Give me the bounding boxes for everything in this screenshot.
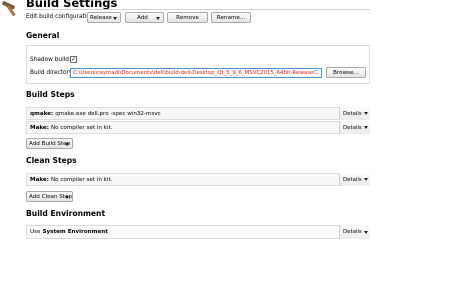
rename-config-button[interactable]: Rename... — [211, 12, 251, 23]
chevron-down-icon — [363, 112, 368, 115]
chevron-down-icon — [156, 17, 160, 20]
add-clean-step-button[interactable]: Add Clean Step — [26, 191, 73, 202]
config-label: Edit build configuration: — [26, 14, 96, 20]
title-divider — [26, 9, 370, 10]
details-button[interactable]: Details — [339, 107, 370, 120]
chevron-down-icon — [363, 126, 368, 129]
build-directory-field[interactable]: C:\Users\raymadi\Documents\dell\build-de… — [70, 68, 322, 78]
details-label: Details — [343, 110, 362, 117]
environment-row: Use System Environment — [26, 225, 370, 239]
chevron-down-icon — [113, 17, 117, 20]
details-button[interactable]: Details — [339, 173, 370, 186]
environment-details-button[interactable]: Details — [339, 225, 370, 239]
clean-step-row: Make: No compiler set in kit. — [26, 173, 370, 186]
build-directory-label: Build directory: — [30, 70, 74, 76]
build-environment-heading: Build Environment — [26, 209, 106, 218]
details-button[interactable]: Details — [339, 121, 370, 134]
details-label: Details — [343, 124, 362, 131]
clean-steps-heading: Clean Steps — [26, 156, 77, 165]
add-build-step-button[interactable]: Add Build Step — [26, 138, 73, 149]
remove-config-button[interactable]: Remove — [167, 12, 208, 23]
step-text: No compiler set in kit. — [50, 176, 113, 183]
add-config-button[interactable]: Add — [125, 12, 164, 23]
browse-button[interactable]: Browse... — [326, 67, 366, 78]
chevron-down-icon — [363, 230, 368, 234]
build-steps-heading: Build Steps — [26, 90, 75, 99]
path-chooser-icon[interactable]: ⊂ — [313, 68, 319, 76]
general-heading: General — [26, 31, 60, 40]
general-panel — [26, 45, 370, 84]
chevron-down-icon — [65, 143, 69, 146]
step-name: Make: — [30, 176, 49, 183]
build-config-value: Release — [90, 14, 112, 21]
step-text: qmake.exe dell.pro -spec win32-msvc — [55, 110, 161, 117]
build-directory-value: C:\Users\raymadi\Documents\dell\build-de… — [73, 70, 314, 76]
build-step-row: qmake: qmake.exe dell.pro -spec win32-ms… — [26, 107, 370, 120]
step-text: No compiler set in kit. — [50, 124, 113, 131]
step-name: qmake: — [30, 110, 54, 117]
details-label: Details — [343, 229, 362, 235]
chevron-down-icon — [363, 178, 368, 181]
build-config-select[interactable]: Release — [87, 12, 121, 23]
add-config-label: Add — [137, 14, 148, 21]
shadow-build-label: Shadow build: — [30, 57, 71, 63]
details-label: Details — [343, 176, 362, 183]
environment-prefix: Use — [30, 229, 41, 235]
step-name: Make: — [30, 124, 49, 131]
shadow-build-checkbox[interactable]: ✓ — [70, 56, 77, 63]
build-step-row: Make: No compiler set in kit. — [26, 121, 370, 134]
hammer-icon — [2, 0, 16, 16]
add-build-step-label: Add Build Step — [29, 140, 71, 147]
environment-value: System Environment — [42, 229, 108, 235]
chevron-down-icon — [65, 196, 69, 199]
